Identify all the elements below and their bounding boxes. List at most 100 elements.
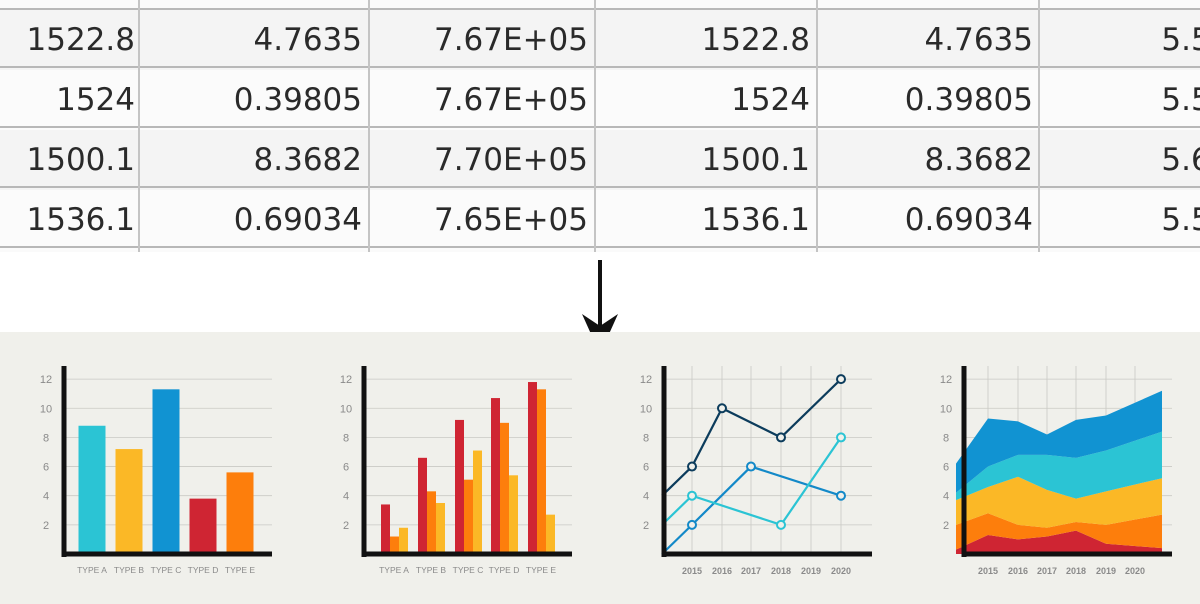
table-cell[interactable]: 8.3682 (818, 130, 1033, 190)
table-cell[interactable]: 1500.1 (596, 130, 810, 190)
data-point (687, 461, 697, 472)
charts-panel: 2 4 6 8 10 12 TYPE A TYPE B TYPE C TYPE D TYPE E 2… (0, 332, 1200, 604)
x-category-label: TYPE C (151, 565, 182, 575)
series-line (661, 436, 842, 527)
bar (537, 389, 546, 554)
table-cell[interactable]: 0.39805 (140, 70, 362, 130)
x-category-label: TYPE A (77, 565, 107, 575)
x-year-label: 2015 (978, 566, 998, 576)
data-point (836, 490, 846, 501)
table-cell[interactable]: 8.3682 (140, 130, 362, 190)
bar (509, 475, 518, 554)
x-category-label: TYPE E (526, 565, 557, 575)
table-cell[interactable]: 1524 (596, 70, 810, 130)
bar (455, 419, 464, 554)
y-tick-label: 6 (343, 462, 349, 474)
x-year-label: 2018 (1066, 566, 1086, 576)
table-cell[interactable]: 4.7635 (140, 10, 362, 70)
bar (436, 502, 445, 554)
bar (152, 389, 180, 554)
data-point (717, 403, 727, 414)
x-year-label: 2017 (741, 566, 761, 576)
bar (546, 514, 555, 554)
y-tick-label: 10 (940, 403, 952, 415)
x-year-label: 2019 (801, 566, 821, 576)
table-cell[interactable]: 4.7635 (818, 10, 1033, 70)
table-cell[interactable]: 1522.8 (596, 10, 810, 70)
y-tick-label: 6 (43, 462, 49, 474)
table-cell[interactable]: 5.50E (1040, 190, 1200, 250)
data-point (776, 519, 786, 530)
table-cell[interactable]: 5.60E (1040, 130, 1200, 190)
table-cell[interactable]: 7.67E+05 (370, 70, 588, 130)
x-category-label: TYPE D (489, 565, 520, 575)
table-cell[interactable]: 7.67E+05 (370, 10, 588, 70)
spreadsheet: 1522.84.76357.67E+051522.84.76355.54E152… (0, 0, 1200, 252)
y-tick-label: 2 (643, 520, 649, 532)
y-tick-label: 4 (343, 491, 349, 503)
table-cell[interactable]: 1536.1 (0, 190, 135, 250)
table-cell[interactable]: 1500.1 (0, 130, 135, 190)
data-point (836, 374, 846, 385)
data-point (776, 432, 786, 443)
y-tick-label: 8 (643, 432, 649, 444)
y-tick-label: 8 (343, 432, 349, 444)
x-category-label: TYPE B (114, 565, 145, 575)
y-tick-label: 8 (943, 432, 949, 444)
x-year-label: 2020 (1125, 566, 1145, 576)
table-cell[interactable]: 5.53E (1040, 70, 1200, 130)
bar (399, 527, 408, 554)
x-category-label: TYPE C (453, 565, 484, 575)
bar (473, 450, 482, 554)
y-tick-label: 10 (340, 403, 352, 415)
y-tick-label: 2 (943, 520, 949, 532)
data-point (687, 519, 697, 530)
x-year-label: 2017 (1037, 566, 1057, 576)
table-cell[interactable]: 5.54E (1040, 10, 1200, 70)
y-tick-label: 4 (943, 491, 949, 503)
bar (390, 536, 399, 554)
x-year-label: 2015 (682, 566, 702, 576)
bar (115, 449, 143, 554)
bar (78, 425, 106, 554)
table-cell[interactable]: 7.65E+05 (370, 190, 588, 250)
y-tick-label: 4 (643, 491, 649, 503)
y-tick-label: 10 (640, 403, 652, 415)
bar (189, 498, 217, 554)
data-point (836, 432, 846, 443)
table-cell[interactable]: 7.70E+05 (370, 130, 588, 190)
table-cell[interactable]: 0.69034 (818, 190, 1033, 250)
y-tick-label: 12 (640, 374, 652, 386)
y-tick-label: 4 (43, 491, 49, 503)
bar-chart-grouped: 2 4 6 8 10 12 TYPE A TYPE B TYPE C TYPE D TYPE E (340, 366, 572, 575)
x-year-label: 2019 (1096, 566, 1116, 576)
y-tick-label: 12 (940, 374, 952, 386)
x-year-label: 2016 (712, 566, 732, 576)
bar (226, 472, 254, 554)
series-line (661, 465, 842, 555)
table-cell[interactable]: 1524 (0, 70, 135, 130)
y-tick-label: 8 (43, 432, 49, 444)
bar (381, 504, 390, 554)
x-year-label: 2020 (831, 566, 851, 576)
bar-chart-single: 2 4 6 8 10 12 TYPE A TYPE B TYPE C TYPE D TYPE E (40, 366, 272, 575)
table-cell[interactable]: 0.39805 (818, 70, 1033, 130)
area-chart: 2 4 6 8 10 12 2015 2016 2017 2018 2019 2020 (940, 366, 1172, 576)
table-cell[interactable]: 1522.8 (0, 10, 135, 70)
data-point (746, 461, 756, 472)
y-tick-label: 2 (343, 520, 349, 532)
data-point (687, 490, 697, 501)
table-cell[interactable]: 1536.1 (596, 190, 810, 250)
bar (464, 479, 473, 554)
x-year-label: 2018 (771, 566, 791, 576)
bar (528, 382, 537, 554)
x-year-label: 2016 (1008, 566, 1028, 576)
table-cell[interactable]: 0.69034 (140, 190, 362, 250)
bar (491, 398, 500, 554)
y-tick-label: 2 (43, 520, 49, 532)
x-category-label: TYPE A (379, 565, 409, 575)
x-category-label: TYPE D (188, 565, 219, 575)
y-tick-label: 12 (40, 374, 52, 386)
y-tick-label: 6 (943, 462, 949, 474)
bar (500, 422, 509, 554)
